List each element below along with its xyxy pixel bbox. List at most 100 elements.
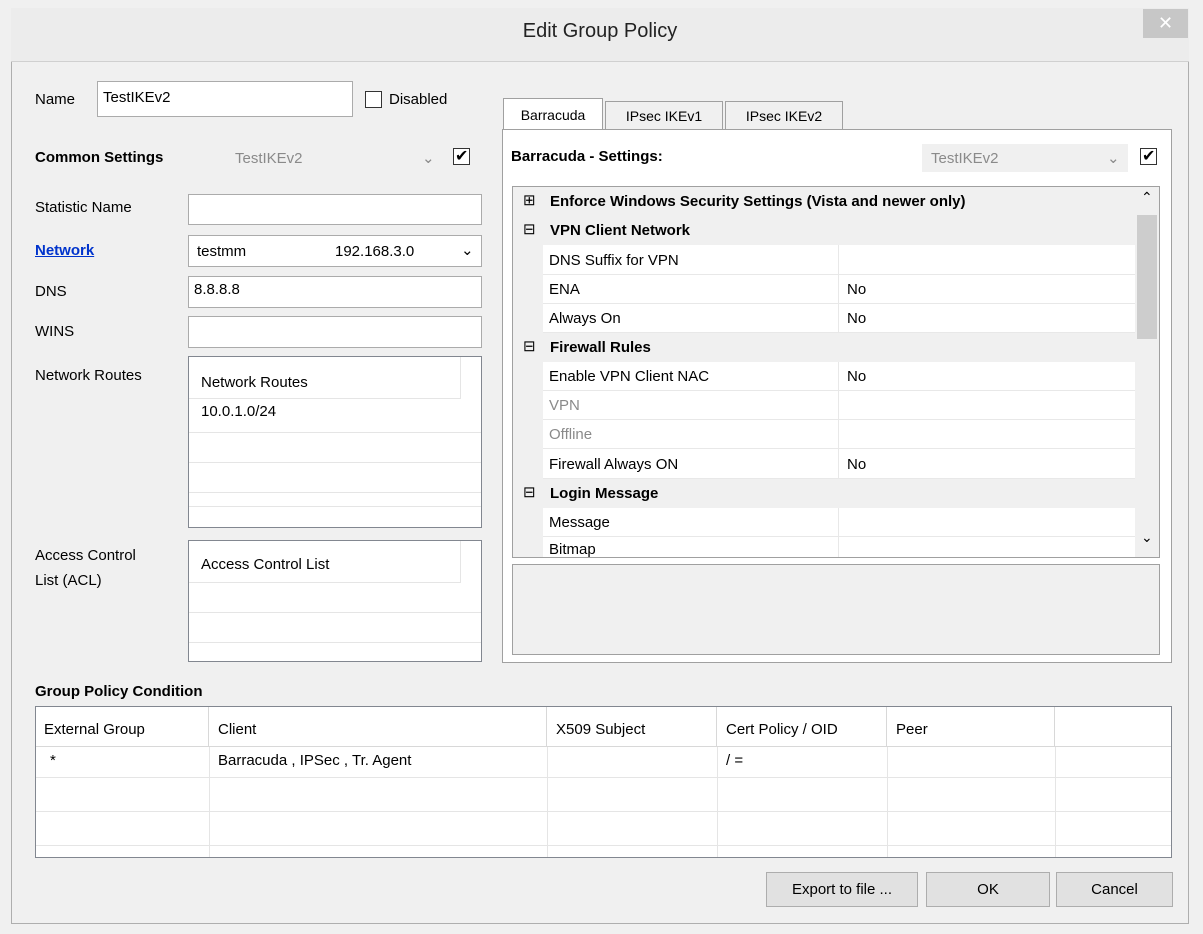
minus-box-icon[interactable]: ⊟ <box>523 483 536 501</box>
ok-button[interactable]: OK <box>926 872 1050 907</box>
column-header-label: Cert Policy / OID <box>726 721 838 738</box>
network-routes-label: Network Routes <box>35 367 142 384</box>
row-margin <box>513 245 543 341</box>
minus-box-icon[interactable]: ⊟ <box>523 337 536 355</box>
close-button[interactable]: ✕ <box>1143 9 1188 38</box>
column-header-label: X509 Subject <box>556 721 646 738</box>
property-row-bitmap[interactable]: Bitmap <box>543 537 1135 558</box>
list-item <box>189 493 481 507</box>
property-row-enable-nac[interactable]: Enable VPN Client NAC No <box>543 362 1135 391</box>
chevron-down-icon: ⌄ <box>461 242 474 259</box>
disabled-label: Disabled <box>389 91 448 108</box>
property-name: Offline <box>549 426 593 443</box>
routes-header: Network Routes <box>201 374 308 391</box>
category-enforce-windows[interactable]: ⊞ Enforce Windows Security Settings (Vis… <box>513 187 1135 216</box>
category-label: VPN Client Network <box>550 222 691 239</box>
scrollbar-thumb[interactable] <box>1137 215 1157 339</box>
property-value: No <box>847 456 867 473</box>
table-row <box>36 778 1171 812</box>
column-header-cert-policy[interactable]: Cert Policy / OID <box>717 707 887 747</box>
dns-value: 8.8.8.8 <box>194 281 240 298</box>
chevron-up-icon[interactable]: ⌃ <box>1141 189 1153 206</box>
property-value: No <box>847 281 867 298</box>
statistic-name-label: Statistic Name <box>35 199 132 216</box>
property-value: No <box>847 310 867 327</box>
acl-label-line1: Access Control <box>35 547 136 564</box>
common-settings-combo[interactable]: TestIKEv2 ⌄ <box>228 144 442 172</box>
common-settings-combo-value: TestIKEv2 <box>235 150 303 167</box>
category-label: Enforce Windows Security Settings (Vista… <box>550 193 966 210</box>
list-item <box>189 613 481 643</box>
route-value: 10.0.1.0/24 <box>201 403 277 420</box>
statistic-name-input[interactable] <box>188 194 482 225</box>
common-settings-label: Common Settings <box>35 149 164 166</box>
table-body: * Barracuda , IPSec , Tr. Agent / = <box>36 747 1171 857</box>
category-label: Firewall Rules <box>550 339 651 356</box>
column-header-label: External Group <box>44 721 145 738</box>
property-row-always-on[interactable]: Always On No <box>543 304 1135 333</box>
tab-ipsec-ikev2[interactable]: IPsec IKEv2 <box>725 101 843 129</box>
vertical-scrollbar[interactable]: ⌃ ⌄ <box>1135 187 1159 557</box>
property-row-firewall-always-on[interactable]: Firewall Always ON No <box>543 449 1135 479</box>
name-input[interactable]: TestIKEv2 <box>97 81 353 117</box>
settings-combo-value: TestIKEv2 <box>931 150 999 167</box>
dns-label: DNS <box>35 283 67 300</box>
network-routes-list[interactable]: Network Routes 10.0.1.0/24 <box>188 356 482 528</box>
close-icon: ✕ <box>1157 13 1174 33</box>
minus-box-icon[interactable]: ⊟ <box>523 220 536 238</box>
name-label: Name <box>35 91 76 108</box>
column-header-external-group[interactable]: External Group <box>36 707 209 747</box>
category-vpn-client-network[interactable]: ⊟ VPN Client Network <box>513 216 1135 245</box>
settings-checkbox[interactable] <box>1140 146 1157 166</box>
chevron-down-icon: ⌄ <box>1107 150 1120 167</box>
property-grid[interactable]: ⊞ Enforce Windows Security Settings (Vis… <box>512 186 1160 558</box>
settings-combo[interactable]: TestIKEv2 ⌄ <box>922 144 1128 172</box>
cancel-button[interactable]: Cancel <box>1056 872 1173 907</box>
property-name: ENA <box>549 281 580 298</box>
chevron-down-icon: ⌄ <box>422 150 435 167</box>
network-ip: 192.168.3.0 <box>335 243 415 260</box>
category-login-message[interactable]: ⊟ Login Message <box>513 479 1135 508</box>
export-to-file-button[interactable]: Export to file ... <box>766 872 918 907</box>
property-row-offline[interactable]: Offline <box>543 420 1135 449</box>
network-combo[interactable]: testmm 192.168.3.0 ⌄ <box>188 235 482 267</box>
common-settings-checkbox[interactable] <box>453 146 470 166</box>
acl-label-line2: List (ACL) <box>35 572 102 589</box>
property-name: Bitmap <box>549 541 596 558</box>
property-value: No <box>847 368 867 385</box>
property-row-message[interactable]: Message <box>543 508 1135 537</box>
chevron-down-icon[interactable]: ⌄ <box>1141 529 1153 546</box>
property-row-ena[interactable]: ENA No <box>543 275 1135 304</box>
list-item[interactable]: 10.0.1.0/24 <box>189 399 481 433</box>
description-box <box>512 564 1160 655</box>
column-header-filler <box>1055 707 1171 747</box>
routes-header-cell[interactable]: Network Routes <box>189 357 461 399</box>
wins-input[interactable] <box>188 316 482 348</box>
property-row-dns-suffix[interactable]: DNS Suffix for VPN <box>543 245 1135 275</box>
network-link[interactable]: Network <box>35 242 94 259</box>
column-header-label: Client <box>218 721 257 738</box>
plus-box-icon[interactable]: ⊞ <box>523 191 536 209</box>
property-name: Always On <box>549 310 621 327</box>
tab-barracuda[interactable]: Barracuda <box>503 98 603 130</box>
column-header-peer[interactable]: Peer <box>887 707 1055 747</box>
tab-ipsec-ikev1[interactable]: IPsec IKEv1 <box>605 101 723 129</box>
condition-table[interactable]: External Group Client X509 Subject Cert … <box>35 706 1172 858</box>
property-row-vpn[interactable]: VPN <box>543 391 1135 420</box>
group-policy-condition-label: Group Policy Condition <box>35 683 203 700</box>
wins-label: WINS <box>35 323 75 340</box>
category-firewall-rules[interactable]: ⊟ Firewall Rules <box>513 333 1135 362</box>
dns-input[interactable]: 8.8.8.8 <box>188 276 482 308</box>
table-row[interactable]: * Barracuda , IPSec , Tr. Agent / = <box>36 747 1171 778</box>
acl-header: Access Control List <box>201 556 330 573</box>
column-header-client[interactable]: Client <box>209 707 547 747</box>
list-item <box>189 463 481 493</box>
column-header-x509-subject[interactable]: X509 Subject <box>547 707 717 747</box>
acl-list[interactable]: Access Control List <box>188 540 482 662</box>
acl-header-cell[interactable]: Access Control List <box>189 541 461 583</box>
disabled-checkbox[interactable] <box>365 91 382 108</box>
row-margin <box>513 362 543 479</box>
category-label: Login Message <box>550 485 659 502</box>
cell-cert-policy: / = <box>726 752 744 769</box>
settings-label: Barracuda - Settings: <box>511 148 663 165</box>
